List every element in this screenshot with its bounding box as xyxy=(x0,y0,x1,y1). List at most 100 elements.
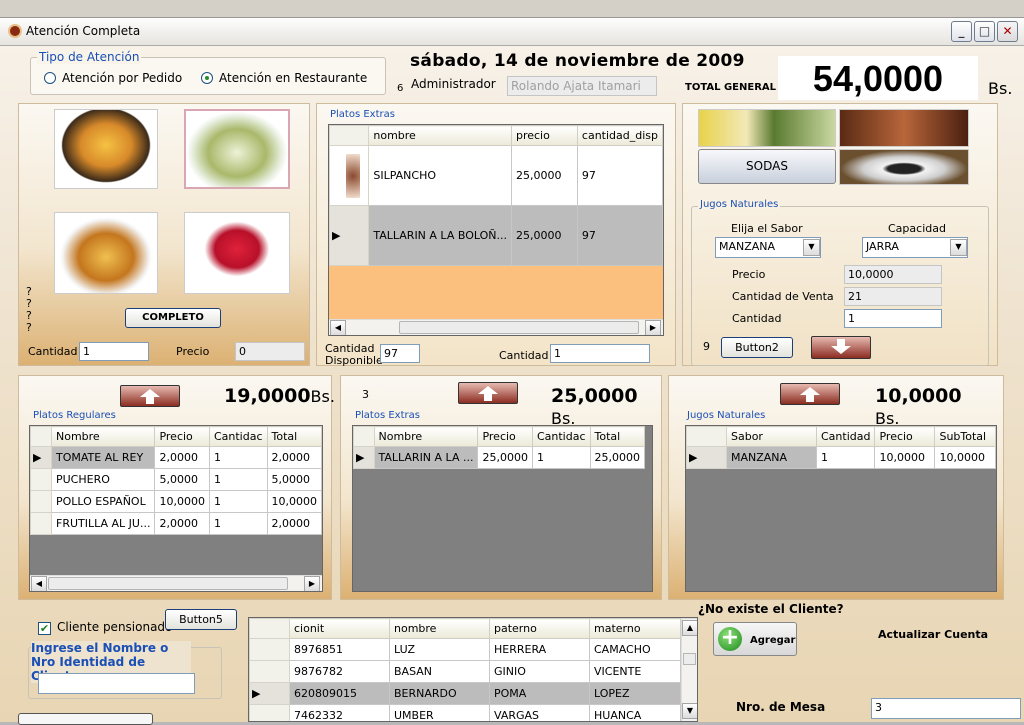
jugos-grid-legend: Jugos Naturales xyxy=(687,410,766,421)
col-nombre[interactable]: nombre xyxy=(368,125,512,146)
col-nombre[interactable]: Nombre xyxy=(373,426,479,447)
scroll-thumb[interactable] xyxy=(48,577,288,590)
remove-regular-button[interactable] xyxy=(120,385,180,407)
drink-image-3[interactable] xyxy=(839,149,969,185)
cliente-pensionado-label: Cliente pensionado xyxy=(57,620,173,634)
table-row[interactable]: 9876782 BASAN GINIO VICENTE xyxy=(249,660,681,683)
nro-mesa-label: Nro. de Mesa xyxy=(736,700,826,714)
table-row[interactable]: SILPANCHO 25,0000 97 xyxy=(329,145,663,206)
table-row[interactable]: POLLO ESPAÑOL 10,0000 1 10,0000 xyxy=(30,490,322,513)
cantidad-input[interactable]: 1 xyxy=(79,342,149,361)
scroll-left-icon[interactable]: ◀ xyxy=(330,320,346,335)
table-row[interactable]: 7462332 UMBER VARGAS HUANCA xyxy=(249,704,681,721)
button5[interactable]: Button5 xyxy=(165,609,237,630)
h-scrollbar[interactable]: ◀ ▶ xyxy=(30,575,322,591)
col-cantidad[interactable]: Cantidac xyxy=(208,426,268,447)
col-sabor[interactable]: Sabor xyxy=(726,426,817,447)
radio-restaurante[interactable] xyxy=(201,72,213,84)
col-total[interactable]: Total xyxy=(266,426,322,447)
add-jugo-button[interactable] xyxy=(811,336,871,359)
food-image-2[interactable] xyxy=(184,109,290,189)
col-paterno[interactable]: paterno xyxy=(489,618,590,639)
table-row[interactable]: ▶ TALLARIN A LA BOLOÑ... 25,0000 97 xyxy=(329,205,663,266)
drink-image-2[interactable] xyxy=(839,109,969,147)
radio-pedido-label: Atención por Pedido xyxy=(62,71,183,85)
capacidad-dropdown-icon[interactable]: ▼ xyxy=(950,239,967,256)
scroll-thumb[interactable] xyxy=(683,653,696,665)
drink-image-1[interactable] xyxy=(698,109,836,147)
close-button[interactable]: ✕ xyxy=(997,21,1018,42)
buscar-cliente-input[interactable] xyxy=(38,673,195,694)
col-nombre[interactable]: Nombre xyxy=(50,426,156,447)
minimize-button[interactable]: _ xyxy=(951,21,972,42)
col-cantidad[interactable]: Cantidac xyxy=(531,426,591,447)
cell: 8976851 xyxy=(289,638,390,661)
col-precio[interactable]: precio xyxy=(510,125,578,146)
scroll-right-icon[interactable]: ▶ xyxy=(304,576,320,591)
h-scrollbar[interactable]: ◀ ▶ xyxy=(329,319,663,335)
toolbar-strip xyxy=(0,0,1024,18)
scroll-up-icon[interactable]: ▲ xyxy=(682,620,697,636)
cell: 1 xyxy=(208,446,268,469)
table-row[interactable]: ▶ TALLARIN A LA ... 25,0000 1 25,0000 xyxy=(353,446,645,469)
no-existe-cliente-label: ¿No existe el Cliente? xyxy=(698,602,844,616)
food-image-1[interactable] xyxy=(54,109,158,189)
arrow-up-icon xyxy=(140,389,160,404)
window-title: Atención Completa xyxy=(26,24,141,38)
scroll-thumb[interactable] xyxy=(399,321,639,334)
partial-button[interactable] xyxy=(18,713,153,725)
col-cantidad-disp[interactable]: cantidad_disp xyxy=(576,125,663,146)
cell: FRUTILLA AL JU... xyxy=(50,512,156,535)
cell: UMBER xyxy=(389,704,490,721)
v-scrollbar[interactable]: ▲ ▼ xyxy=(681,618,697,721)
extras-cantidad-input[interactable]: 1 xyxy=(550,344,650,363)
sabor-dropdown-icon[interactable]: ▼ xyxy=(803,239,820,256)
col-precio[interactable]: Precio xyxy=(477,426,533,447)
table-row[interactable]: PUCHERO 5,0000 1 5,0000 xyxy=(30,468,322,491)
cell: POMA xyxy=(489,682,590,705)
button2[interactable]: Button2 xyxy=(721,337,793,358)
scroll-down-icon[interactable]: ▼ xyxy=(682,703,697,719)
maximize-button[interactable]: □ xyxy=(974,21,995,42)
food-image-4[interactable] xyxy=(184,212,290,294)
cell: 9876782 xyxy=(289,660,390,683)
tipo-atencion-group: Tipo de Atención Atención por Pedido Ate… xyxy=(30,50,386,95)
cell: 10,0000 xyxy=(874,446,936,469)
cell-nombre: SILPANCHO xyxy=(368,145,512,206)
col-precio[interactable]: Precio xyxy=(154,426,210,447)
regulares-amount: 19,0000 xyxy=(224,385,311,407)
sodas-button[interactable]: SODAS xyxy=(698,149,836,184)
agregar-button[interactable]: + Agregar xyxy=(713,622,797,656)
radio-restaurante-label: Atención en Restaurante xyxy=(219,71,368,85)
table-row[interactable]: ▶ 620809015 BERNARDO POMA LOPEZ xyxy=(249,682,681,705)
col-cantidad[interactable]: Cantidad xyxy=(815,426,876,447)
cliente-pensionado-checkbox[interactable]: ✔ xyxy=(38,622,51,635)
col-cionit[interactable]: cionit xyxy=(289,618,390,639)
cell: LUZ xyxy=(389,638,490,661)
col-nombre[interactable]: nombre xyxy=(389,618,490,639)
food-image-3[interactable] xyxy=(54,212,158,294)
remove-jugo-button[interactable] xyxy=(780,383,840,405)
scroll-left-icon[interactable]: ◀ xyxy=(31,576,47,591)
scroll-right-icon[interactable]: ▶ xyxy=(645,320,661,335)
actualizar-cuenta-label[interactable]: Actualizar Cuenta xyxy=(878,628,988,641)
radio-pedido[interactable] xyxy=(44,72,56,84)
remove-extra-button[interactable] xyxy=(458,382,518,404)
completo-button[interactable]: COMPLETO xyxy=(125,308,221,328)
cantidad-label: Cantidad xyxy=(28,345,78,358)
app-icon xyxy=(8,24,22,38)
jugo-cantidad-input[interactable]: 1 xyxy=(844,309,942,328)
col-subtotal[interactable]: SubTotal xyxy=(934,426,996,447)
table-row[interactable]: 8976851 LUZ HERRERA CAMACHO xyxy=(249,638,681,661)
col-materno[interactable]: materno xyxy=(589,618,681,639)
agregar-label: Agregar xyxy=(750,635,796,646)
nro-mesa-input[interactable]: 3 xyxy=(871,698,1021,719)
total-general-value: 54,0000 xyxy=(778,56,978,100)
cell: PUCHERO xyxy=(50,468,156,491)
col-total[interactable]: Total xyxy=(589,426,645,447)
table-row[interactable]: ▶ MANZANA 1 10,0000 10,0000 xyxy=(686,446,996,469)
jugo-precio-field: 10,0000 xyxy=(844,265,942,284)
col-precio[interactable]: Precio xyxy=(874,426,936,447)
table-row[interactable]: FRUTILLA AL JU... 2,0000 1 2,0000 xyxy=(30,512,322,535)
table-row[interactable]: ▶ TOMATE AL REY 2,0000 1 2,0000 xyxy=(30,446,322,469)
